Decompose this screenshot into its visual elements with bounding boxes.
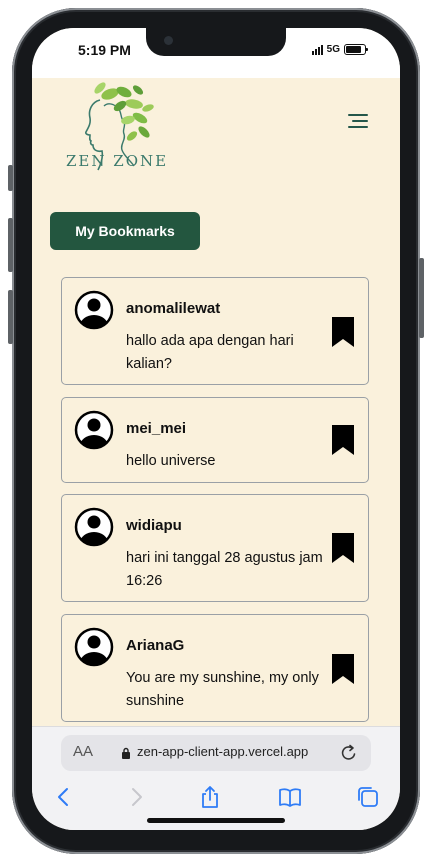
back-arrow-icon[interactable]	[52, 785, 76, 809]
post-username[interactable]: anomalilewat	[126, 300, 220, 317]
post-username[interactable]: widiapu	[126, 517, 182, 534]
bookmark-icon[interactable]	[332, 425, 354, 455]
bookmark-icon[interactable]	[332, 533, 354, 563]
lock-icon	[122, 747, 130, 759]
post-card[interactable]: anomalilewat hallo ada apa dengan hari k…	[61, 277, 369, 385]
bookmarks-book-icon[interactable]	[278, 785, 302, 809]
user-avatar-icon	[74, 410, 114, 450]
user-avatar-icon	[74, 290, 114, 330]
mute-switch	[8, 165, 13, 191]
home-indicator	[147, 818, 285, 823]
user-avatar-icon	[74, 627, 114, 667]
post-card[interactable]: mei_mei hello universe	[61, 397, 369, 483]
url-text[interactable]: zen-app-client-app.vercel.app	[137, 744, 308, 759]
post-message: You are my sunshine, my only sunshine	[126, 670, 319, 709]
status-time: 5:19 PM	[78, 42, 131, 58]
post-message: hello universe	[126, 453, 216, 469]
forward-arrow-icon[interactable]	[124, 785, 148, 809]
reload-icon[interactable]	[339, 743, 359, 763]
signal-icon	[311, 44, 323, 55]
battery-icon	[344, 44, 368, 55]
post-username[interactable]: ArianaG	[126, 637, 184, 654]
power-button	[419, 258, 424, 338]
text-size-label: AA	[73, 743, 94, 760]
network-type: 5G	[326, 44, 340, 55]
browser-toolbar: AA zen-app-client-app.vercel.app	[32, 726, 400, 830]
phone-screen: 5:19 PM 5G ZEN ZONE My Bookmarks anomali…	[32, 28, 400, 830]
text-size-button[interactable]: AA	[73, 743, 93, 760]
user-avatar-icon	[74, 507, 114, 547]
status-bar: 5:19 PM 5G	[32, 28, 400, 78]
front-camera	[164, 36, 173, 45]
share-icon[interactable]	[198, 785, 222, 809]
bookmark-icon[interactable]	[332, 317, 354, 347]
post-card[interactable]: ArianaG You are my sunshine, my only sun…	[61, 614, 369, 722]
post-username[interactable]: mei_mei	[126, 420, 186, 437]
tabs-icon[interactable]	[356, 785, 380, 809]
status-indicators: 5G	[311, 44, 368, 55]
volume-down-button	[8, 290, 13, 344]
post-message: hallo ada apa dengan hari kalian?	[126, 333, 294, 372]
post-message: hari ini tanggal 28 agustus jam 16:26	[126, 550, 323, 589]
volume-up-button	[8, 218, 13, 272]
post-card[interactable]: widiapu hari ini tanggal 28 agustus jam …	[61, 494, 369, 602]
bookmark-icon[interactable]	[332, 654, 354, 684]
my-bookmarks-button[interactable]: My Bookmarks	[50, 212, 200, 250]
notch	[146, 28, 286, 56]
hamburger-menu-icon[interactable]	[348, 114, 368, 130]
address-bar[interactable]: AA zen-app-client-app.vercel.app	[61, 735, 371, 771]
logo-text: ZEN ZONE	[66, 152, 169, 170]
